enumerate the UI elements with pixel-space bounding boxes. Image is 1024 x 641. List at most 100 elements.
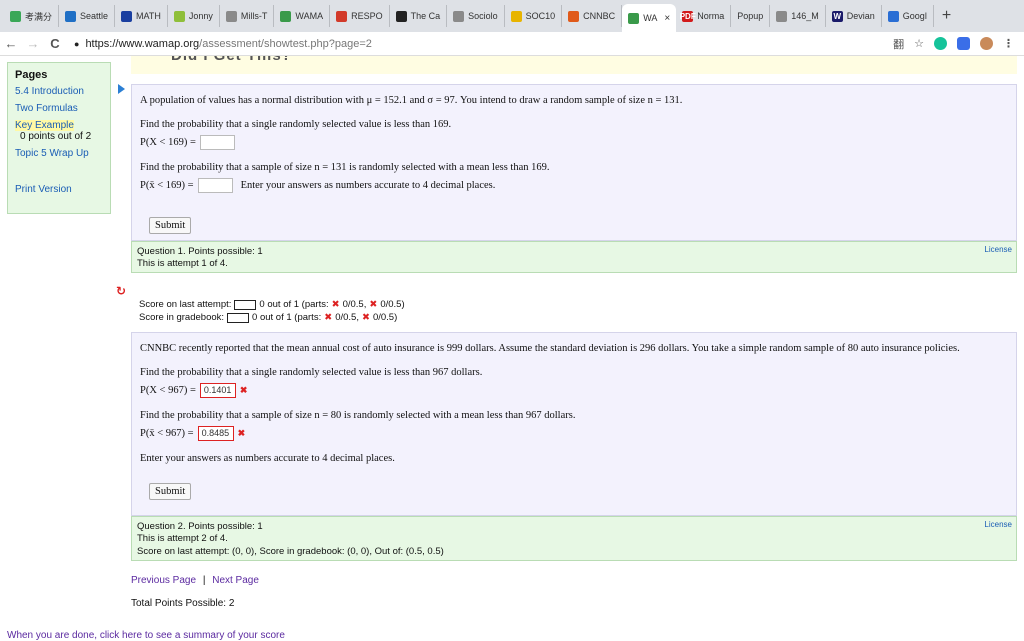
tab-15[interactable]: W Devian [826, 5, 882, 27]
favicon-icon [173, 10, 185, 22]
tab-2[interactable]: MATH [115, 5, 168, 27]
favicon-icon [453, 10, 465, 22]
favicon-icon [65, 10, 77, 22]
q1-answer-1-input[interactable] [199, 135, 235, 151]
tab-16[interactable]: Googl [882, 5, 934, 27]
q2-license-link[interactable]: License [984, 520, 1012, 530]
q1-part2-expr: P(x̄ < 169) = [140, 180, 194, 192]
favicon-icon [568, 10, 580, 22]
sidebar-item-wrap-up[interactable]: Topic 5 Wrap Up [15, 148, 103, 159]
avatar[interactable] [980, 37, 993, 50]
menu-icon[interactable]: ⋮ [1003, 37, 1014, 50]
tab-7[interactable]: The Ca [390, 5, 448, 27]
tab-0[interactable]: 考满分 [4, 5, 60, 27]
tab-label: Seattle [80, 11, 109, 21]
previous-page-link[interactable]: Previous Page [131, 575, 196, 586]
favicon-icon [887, 10, 899, 22]
q1-submit-button[interactable]: Submit [149, 217, 192, 235]
forward-button[interactable]: → [22, 36, 44, 51]
score-gradebook: Score in gradebook: 0 out of 1 (parts: ✖ 0… [139, 312, 398, 323]
tab-close-icon[interactable]: × [664, 13, 670, 24]
tab-label: SOC10 [525, 11, 556, 21]
q2-info-score: Score on last attempt: (0, 0), Score in … [137, 545, 444, 557]
pager: Previous Page | Next Page [131, 575, 259, 586]
q2-note: Enter your answers as numbers accurate t… [140, 453, 395, 465]
extension-icon[interactable] [957, 37, 970, 50]
sidebar-title: Pages [15, 69, 48, 81]
tab-label: Mills-T [240, 11, 268, 21]
summary-link[interactable]: When you are done, click here to see a s… [7, 630, 285, 641]
q1-license-link[interactable]: License [984, 245, 1012, 255]
favicon-icon [225, 10, 237, 22]
tab-9[interactable]: SOC10 [505, 5, 563, 27]
q1-info-attempt: This is attempt 1 of 4. [137, 258, 228, 270]
wrong-x-icon: ✖ [237, 428, 246, 439]
question-2: CNNBC recently reported that the mean an… [131, 332, 1017, 516]
x-icon: ✖ [331, 299, 340, 310]
address-bar[interactable]: ● https://www.wamap.org/assessment/showt… [74, 38, 893, 50]
tab-13[interactable]: Popup [731, 5, 771, 27]
q1-answer-2-input[interactable] [197, 178, 233, 194]
q2-info-attempt: This is attempt 2 of 4. [137, 533, 228, 545]
tab-strip: 考满分 Seattle MATH Jonny Mills-T WAMA RESPO The C… [0, 0, 1024, 32]
tab-label: Popup [737, 11, 764, 21]
reload-button[interactable]: C [44, 36, 66, 51]
q2-info-points: Question 2. Points possible: 1 [137, 521, 263, 532]
q2-part1: Find the probability that a single rando… [140, 367, 483, 379]
total-points: Total Points Possible: 2 [131, 598, 235, 609]
page-content: Did I Get This? Pages 5.4 Introduction T… [0, 56, 1024, 641]
translate-icon[interactable]: 翻 [893, 36, 904, 52]
q2-answer-1-input[interactable]: 0.1401 [199, 383, 236, 399]
q1-intro: A population of values has a normal dist… [140, 95, 683, 106]
tab-label: The Ca [410, 11, 441, 21]
tab-11[interactable]: WA × [622, 4, 677, 32]
q2-submit-button[interactable]: Submit [149, 482, 192, 500]
tab-label: 考满分 [25, 11, 53, 22]
q1-part1: Find the probability that a single rando… [140, 119, 452, 131]
sidebar-item-key-example[interactable]: Key Example [15, 120, 74, 131]
tab-10[interactable]: CNNBC [562, 5, 623, 27]
tab-label: Sociolo [468, 11, 498, 21]
x-icon: ✖ [369, 299, 378, 310]
print-version-link[interactable]: Print Version [15, 184, 103, 195]
sidebar-item-introduction[interactable]: 5.4 Introduction [15, 86, 103, 97]
tab-label: Googl [902, 11, 927, 21]
tab-12[interactable]: PDF Norma [676, 5, 732, 27]
sidebar-item-two-formulas[interactable]: Two Formulas [15, 103, 103, 114]
sidebar-points: 0 points out of 2 [20, 131, 92, 142]
favicon-icon [395, 10, 407, 22]
tab-label: 146_M [791, 11, 819, 21]
new-tab-button[interactable]: + [942, 7, 951, 25]
q1-part1-expr: P(X < 169) = [140, 137, 196, 149]
tab-label: MATH [136, 11, 161, 21]
tab-1[interactable]: Seattle [59, 5, 116, 27]
url-host: https://www.wamap.org [85, 37, 200, 50]
tab-3[interactable]: Jonny [168, 5, 220, 27]
favicon-icon [628, 12, 640, 24]
back-button[interactable]: ← [0, 36, 22, 51]
favicon-icon [776, 10, 788, 22]
tab-14[interactable]: 146_M [770, 5, 826, 27]
favicon-icon [10, 10, 21, 22]
favicon-icon [280, 10, 292, 22]
q2-info: Question 2. Points possible: 1 This is a… [131, 516, 1017, 561]
tab-4[interactable]: Mills-T [220, 5, 275, 27]
tab-6[interactable]: RESPO [330, 5, 390, 27]
favicon-icon: PDF [679, 10, 696, 22]
lock-icon: ● [74, 38, 80, 49]
try-again-icon[interactable]: ↻ [116, 284, 126, 298]
tab-label: WA [643, 13, 658, 23]
q2-part2: Find the probability that a sample of si… [140, 410, 576, 422]
section-heading-band: Did I Get This? [131, 56, 1017, 74]
next-page-link[interactable]: Next Page [212, 575, 259, 586]
browser-toolbar: ← → C ● https://www.wamap.org/assessment… [0, 32, 1024, 56]
score-last-attempt: Score on last attempt: 0 out of 1 (parts:… [139, 299, 405, 310]
section-heading: Did I Get This? [171, 56, 292, 64]
q2-answer-2-input[interactable]: 0.8485 [197, 426, 234, 442]
tab-5[interactable]: WAMA [274, 5, 331, 27]
tab-8[interactable]: Sociolo [447, 5, 505, 27]
grammarly-icon[interactable] [934, 37, 947, 50]
wrong-x-icon: ✖ [239, 385, 248, 396]
favicon-icon: W [831, 10, 843, 22]
star-icon[interactable]: ☆ [914, 37, 924, 50]
